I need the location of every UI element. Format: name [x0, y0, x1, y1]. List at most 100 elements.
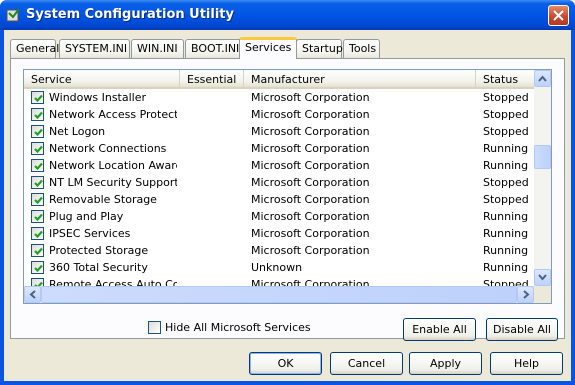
- service-checkbox[interactable]: [31, 159, 44, 172]
- service-manufacturer: Microsoft Corporation: [251, 193, 370, 206]
- services-list[interactable]: Service Essential Manufacturer Status Wi…: [23, 69, 552, 304]
- service-status: Stopped: [483, 108, 529, 121]
- table-row[interactable]: Net Logon Microsoft Corporation Stopped: [24, 123, 534, 140]
- table-row[interactable]: Network Connections Microsoft Corporation…: [24, 140, 534, 157]
- table-row[interactable]: Network Access Protecti... Microsoft Corp…: [24, 106, 534, 123]
- table-row[interactable]: Network Location Aware... Microsoft Corpo…: [24, 157, 534, 174]
- column-header-essential[interactable]: Essential: [180, 70, 244, 87]
- table-row[interactable]: Plug and Play Microsoft Corporation Runnin…: [24, 208, 534, 225]
- table-row[interactable]: NT LM Security Support ... Microsoft Corp…: [24, 174, 534, 191]
- service-status: Stopped: [483, 193, 529, 206]
- checkmark-icon: [34, 196, 43, 205]
- service-manufacturer: Microsoft Corporation: [251, 125, 370, 138]
- tab-label: Tools: [349, 42, 377, 55]
- window: System Configuration Utility General SYS…: [0, 0, 575, 385]
- help-button[interactable]: Help: [490, 352, 563, 375]
- service-manufacturer: Microsoft Corporation: [251, 142, 370, 155]
- service-checkbox[interactable]: [31, 244, 44, 257]
- chevron-up-icon: [538, 75, 547, 82]
- service-manufacturer: Unknown: [251, 261, 303, 274]
- title-bar[interactable]: System Configuration Utility: [0, 0, 575, 30]
- service-checkbox[interactable]: [31, 193, 44, 206]
- scroll-right-button[interactable]: [517, 286, 534, 303]
- tab-label: SYSTEM.INI: [65, 42, 128, 55]
- table-row[interactable]: Windows Installer Microsoft Corporation St…: [24, 89, 534, 106]
- checkmark-icon: [34, 162, 43, 171]
- service-manufacturer: Microsoft Corporation: [251, 91, 370, 104]
- checkmark-icon: [34, 213, 43, 222]
- service-checkbox[interactable]: [31, 210, 44, 223]
- dialog-body: General SYSTEM.INI WIN.INI BOOT.INI Serv…: [4, 30, 571, 381]
- service-checkbox[interactable]: [31, 91, 44, 104]
- column-header-manufacturer[interactable]: Manufacturer: [244, 70, 476, 87]
- checkmark-icon: [34, 145, 43, 154]
- service-manufacturer: Microsoft Corporation: [251, 210, 370, 223]
- service-checkbox[interactable]: [31, 108, 44, 121]
- service-checkbox[interactable]: [31, 125, 44, 138]
- tab-system-ini[interactable]: SYSTEM.INI: [59, 39, 130, 58]
- apply-button[interactable]: Apply: [409, 352, 482, 375]
- vertical-scrollbar[interactable]: [534, 70, 551, 286]
- tab-tools[interactable]: Tools: [343, 39, 380, 58]
- horizontal-scrollbar[interactable]: [24, 286, 534, 303]
- checkmark-icon: [34, 128, 43, 137]
- checkmark-icon: [34, 247, 43, 256]
- table-row[interactable]: Protected Storage Microsoft Corporation Ru…: [24, 242, 534, 259]
- window-title: System Configuration Utility: [26, 7, 234, 22]
- service-checkbox[interactable]: [31, 142, 44, 155]
- service-status: Running: [483, 159, 529, 172]
- service-name: Net Logon: [49, 125, 106, 138]
- checkmark-icon: [34, 230, 43, 239]
- tab-boot-ini[interactable]: BOOT.INI: [185, 39, 243, 58]
- service-name: Removable Storage: [49, 193, 157, 206]
- scroll-down-button[interactable]: [534, 269, 551, 286]
- table-row[interactable]: Removable Storage Microsoft Corporation St…: [24, 191, 534, 208]
- service-checkbox[interactable]: [31, 261, 44, 274]
- hide-ms-services-label[interactable]: Hide All Microsoft Services: [165, 321, 311, 334]
- ok-button[interactable]: OK: [249, 352, 322, 375]
- enable-all-button[interactable]: Enable All: [403, 318, 476, 341]
- service-name: Network Connections: [49, 142, 167, 155]
- checkmark-icon: [34, 111, 43, 120]
- chevron-left-icon: [29, 290, 36, 299]
- scroll-left-button[interactable]: [24, 286, 41, 303]
- service-checkbox[interactable]: [31, 227, 44, 240]
- tab-win-ini[interactable]: WIN.INI: [131, 39, 184, 58]
- service-status: Stopped: [483, 91, 529, 104]
- vertical-scroll-thumb[interactable]: [534, 145, 551, 169]
- tab-label: Services: [245, 41, 292, 54]
- scrollbar-corner: [534, 286, 551, 303]
- tab-label: WIN.INI: [137, 42, 178, 55]
- service-manufacturer: Microsoft Corporation: [251, 176, 370, 189]
- close-button[interactable]: [548, 5, 569, 26]
- tab-general[interactable]: General: [10, 39, 59, 58]
- chevron-right-icon: [523, 290, 530, 299]
- list-header: Service Essential Manufacturer Status: [24, 70, 534, 89]
- disable-all-button[interactable]: Disable All: [486, 318, 558, 341]
- service-name: Network Access Protecti...: [49, 108, 177, 121]
- scroll-up-button[interactable]: [534, 70, 551, 87]
- horizontal-scroll-thumb[interactable]: [41, 286, 517, 303]
- column-header-status[interactable]: Status: [476, 70, 534, 87]
- close-icon: [553, 10, 564, 21]
- msconfig-icon: [6, 7, 22, 23]
- tab-services[interactable]: Services: [239, 37, 297, 59]
- hide-ms-services-checkbox[interactable]: [148, 321, 161, 334]
- table-row[interactable]: IPSEC Services Microsoft Corporation Runni…: [24, 225, 534, 242]
- list-rows: Windows Installer Microsoft Corporation St…: [24, 89, 534, 293]
- cancel-button[interactable]: Cancel: [330, 352, 403, 375]
- checkmark-icon: [34, 179, 43, 188]
- services-panel: Service Essential Manufacturer Status Wi…: [10, 58, 565, 341]
- service-status: Running: [483, 142, 529, 155]
- service-status: Running: [483, 244, 529, 257]
- service-status: Running: [483, 210, 529, 223]
- service-name: Protected Storage: [49, 244, 149, 257]
- column-header-service[interactable]: Service: [24, 70, 180, 87]
- tab-startup[interactable]: Startup: [296, 39, 343, 58]
- service-checkbox[interactable]: [31, 176, 44, 189]
- chevron-down-icon: [538, 274, 547, 281]
- tab-label: Startup: [302, 42, 343, 55]
- service-name: NT LM Security Support ...: [49, 176, 177, 189]
- service-status: Running: [483, 261, 529, 274]
- table-row[interactable]: 360 Total Security Unknown Running: [24, 259, 534, 276]
